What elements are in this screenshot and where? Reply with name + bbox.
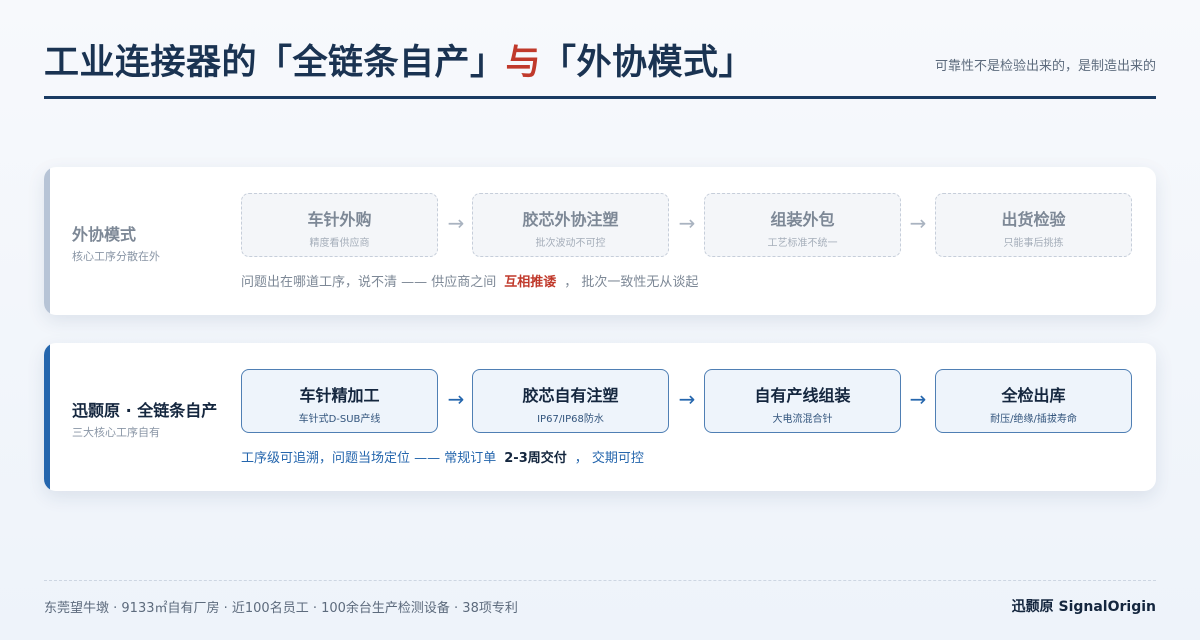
step-title: 组装外包	[770, 210, 835, 229]
process-step: 车针外购 精度看供应商	[241, 193, 438, 257]
row-description: 三大核心工序自有	[72, 426, 160, 439]
title-part2: 「外协模式」	[541, 43, 755, 83]
footer-divider	[44, 580, 1156, 581]
page-subtitle: 可靠性不是检验出来的，是制造出来的	[934, 59, 1156, 74]
footer-facts: 东莞望牛墩 · 9133㎡自有厂房 · 近100名员工 · 100余台生产检测设…	[44, 601, 518, 616]
title-accent: 与	[505, 43, 542, 83]
process-step: 胶芯外协注塑 批次波动不可控	[472, 193, 669, 257]
row-description: 核心工序分散在外	[72, 250, 160, 263]
note-text: ， 交期可控	[574, 451, 644, 466]
step-title: 出货检验	[1001, 210, 1066, 229]
page-header: 工业连接器的「全链条自产」与「外协模式」 可靠性不是检验出来的，是制造出来的	[44, 34, 1156, 99]
process-step: 胶芯自有注塑 IP67/IP68防水	[472, 369, 669, 433]
step-title: 全检出库	[1001, 386, 1066, 405]
note-text: ， 批次一致性无从谈起	[564, 275, 699, 290]
row-title: 外协模式	[72, 225, 137, 244]
outsourcing-mode-card: 外协模式 核心工序分散在外 车针外购 精度看供应商 → 胶芯外协注塑 批次波动不…	[44, 167, 1156, 315]
row-note: 工序级可追溯，问题当场定位 —— 常规订单 2-3周交付 ， 交期可控	[241, 447, 644, 466]
step-subtitle: 耐压/绝缘/插拔寿命	[990, 414, 1077, 425]
card-accent-bar	[44, 167, 50, 315]
step-title: 车针外购	[307, 210, 372, 229]
full-chain-production-card: 迅颢原 · 全链条自产 三大核心工序自有 车针精加工 车针式D-SUB产线 → …	[44, 343, 1156, 491]
step-subtitle: IP67/IP68防水	[537, 414, 604, 425]
arrow-right-icon: →	[909, 211, 927, 235]
step-title: 胶芯自有注塑	[522, 386, 619, 405]
card-accent-bar	[44, 343, 50, 491]
row-title: 迅颢原 · 全链条自产	[72, 401, 218, 420]
footer-brand: 迅颢原 SignalOrigin	[1011, 599, 1156, 615]
process-step: 全检出库 耐压/绝缘/插拔寿命	[935, 369, 1132, 433]
step-subtitle: 只能事后挑拣	[1003, 238, 1064, 249]
note-text: 问题出在哪道工序，说不清 —— 供应商之间	[241, 275, 497, 290]
arrow-right-icon: →	[678, 387, 696, 411]
step-subtitle: 大电流混合针	[772, 414, 833, 425]
process-step: 组装外包 工艺标准不统一	[704, 193, 901, 257]
arrow-right-icon: →	[447, 387, 465, 411]
process-step: 出货检验 只能事后挑拣	[935, 193, 1132, 257]
step-title: 车针精加工	[299, 386, 380, 405]
step-subtitle: 批次波动不可控	[535, 238, 606, 249]
process-step: 自有产线组装 大电流混合针	[704, 369, 901, 433]
arrow-right-icon: →	[447, 211, 465, 235]
row-note: 问题出在哪道工序，说不清 —— 供应商之间 互相推诿 ， 批次一致性无从谈起	[241, 271, 698, 290]
step-title: 自有产线组装	[754, 386, 851, 405]
step-title: 胶芯外协注塑	[522, 210, 619, 229]
step-subtitle: 工艺标准不统一	[767, 238, 838, 249]
process-step: 车针精加工 车针式D-SUB产线	[241, 369, 438, 433]
title-part1: 工业连接器的「全链条自产」	[44, 43, 506, 83]
step-subtitle: 车针式D-SUB产线	[298, 414, 381, 425]
note-highlight: 2-3周交付	[504, 451, 567, 466]
page-title: 工业连接器的「全链条自产」与「外协模式」	[44, 34, 754, 85]
arrow-right-icon: →	[909, 387, 927, 411]
note-text: 工序级可追溯，问题当场定位 —— 常规订单	[241, 451, 497, 466]
step-subtitle: 精度看供应商	[309, 238, 370, 249]
note-highlight: 互相推诿	[504, 275, 557, 290]
arrow-right-icon: →	[678, 211, 696, 235]
